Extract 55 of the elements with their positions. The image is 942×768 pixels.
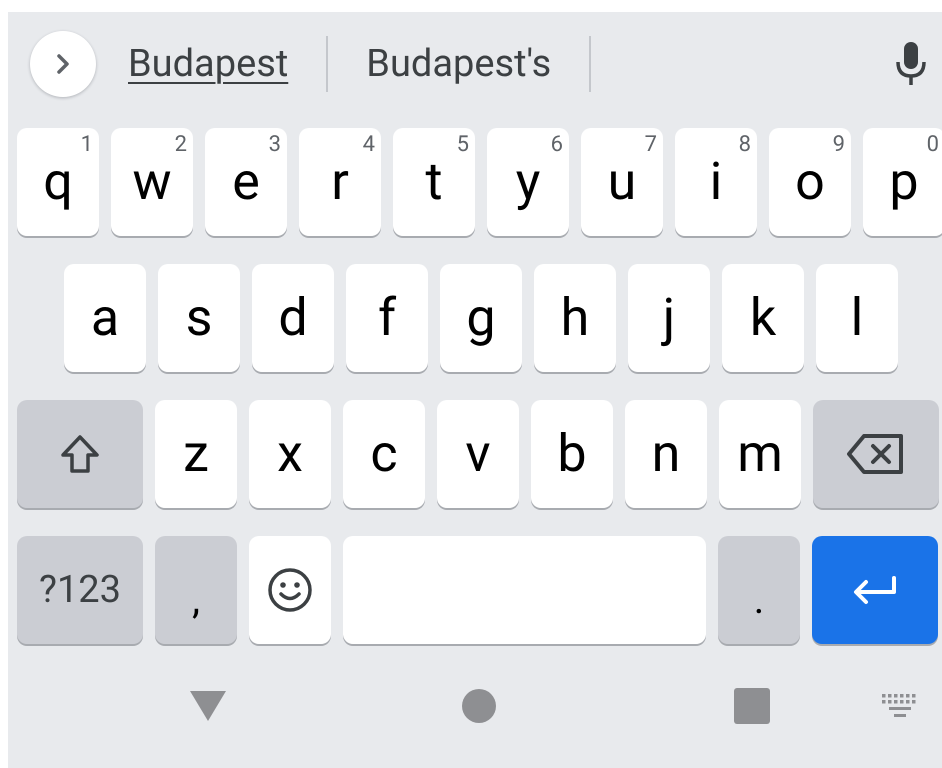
suggestion[interactable]: Budapest's [328,36,590,92]
letter-key[interactable]: b [531,400,613,508]
home-icon[interactable] [462,689,496,723]
letter-key[interactable]: q 1 [17,128,99,236]
letter-key[interactable]: i 8 [675,128,757,236]
microphone-icon [894,41,928,87]
letter-key[interactable]: u 7 [581,128,663,236]
letter-key[interactable]: z [155,400,237,508]
keyboard-icon[interactable] [882,694,918,718]
letter-key[interactable]: o 9 [769,128,851,236]
letter-key[interactable]: p 0 [863,128,942,236]
enter-icon [852,575,898,605]
shift-key[interactable] [17,400,143,508]
number-hint: 1 [80,134,93,156]
letter-key[interactable]: l [816,264,898,372]
letter-key[interactable]: y 6 [487,128,569,236]
letter-key[interactable]: n [625,400,707,508]
smiley-icon [267,567,313,613]
number-hint: 9 [832,134,845,156]
letter-key[interactable]: t 5 [393,128,475,236]
shift-icon [59,434,101,474]
letter-key[interactable]: x [249,400,331,508]
number-hint: 8 [738,134,751,156]
letter-key[interactable]: d [252,264,334,372]
letter-key[interactable]: g [440,264,522,372]
letter-key[interactable]: s [158,264,240,372]
symbols-key[interactable]: ?123 [17,536,143,644]
letter-key[interactable]: r 4 [299,128,381,236]
backspace-key[interactable] [813,400,939,508]
letter-key[interactable]: f [346,264,428,372]
letter-key[interactable]: h [534,264,616,372]
emoji-key[interactable] [249,536,331,644]
comma-key[interactable]: , [155,536,237,644]
letter-key[interactable]: m [719,400,801,508]
letter-key[interactable]: v [437,400,519,508]
chevron-right-icon [56,53,70,75]
number-hint: 0 [926,134,939,156]
letter-key[interactable]: a [64,264,146,372]
letter-key[interactable]: j [628,264,710,372]
enter-key[interactable] [812,536,938,644]
number-hint: 2 [174,134,187,156]
number-hint: 6 [550,134,563,156]
number-hint: 3 [268,134,281,156]
letter-key[interactable]: k [722,264,804,372]
number-hint: 5 [456,134,469,156]
number-hint: 7 [644,134,657,156]
letter-key[interactable]: w 2 [111,128,193,236]
backspace-icon [846,433,906,475]
period-key[interactable]: . [718,536,800,644]
back-icon[interactable] [188,689,228,723]
expand-button[interactable] [30,31,96,97]
letter-key[interactable]: e 3 [205,128,287,236]
number-hint: 4 [362,134,375,156]
letter-key[interactable]: c [343,400,425,508]
suggestion[interactable]: Budapest [96,36,326,92]
